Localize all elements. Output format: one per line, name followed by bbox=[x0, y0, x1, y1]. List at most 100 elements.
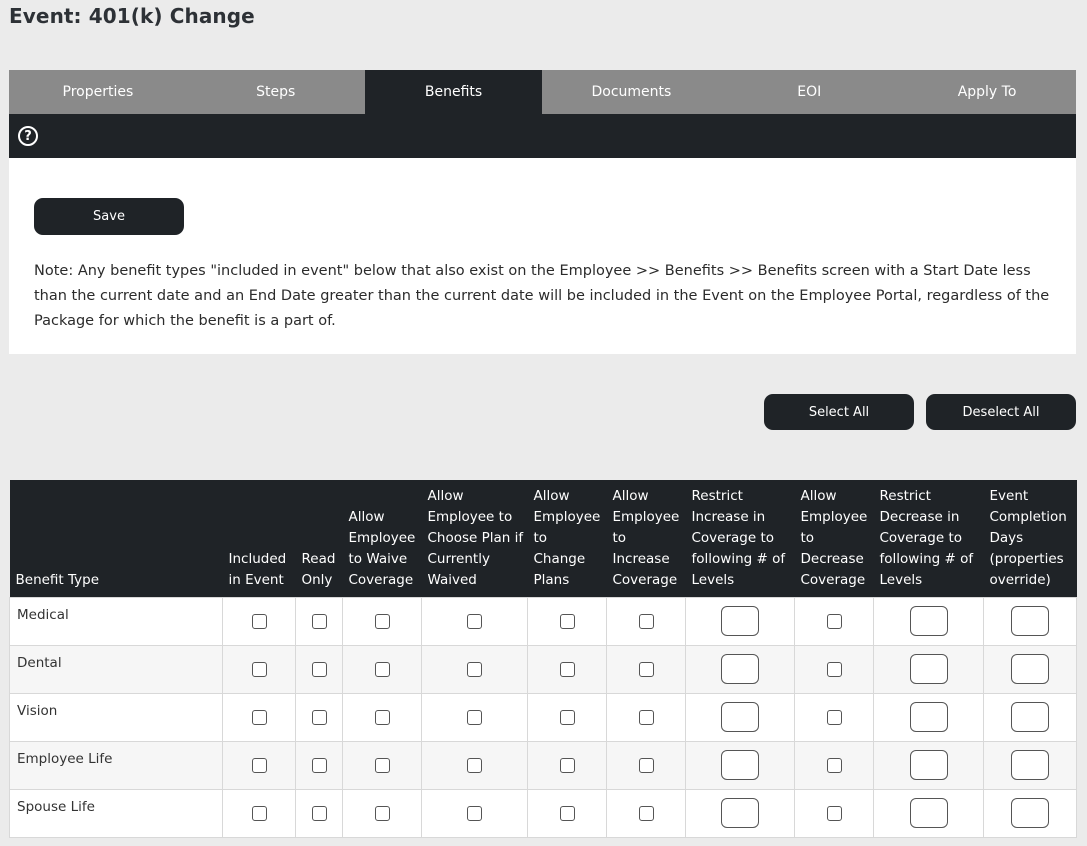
allow-choose-plan-checkbox[interactable] bbox=[467, 661, 482, 677]
restrict-increase-input[interactable] bbox=[721, 750, 759, 780]
restrict-decrease-input[interactable] bbox=[909, 750, 948, 780]
table-cell bbox=[527, 692, 607, 742]
tab-apply-to[interactable]: Apply To bbox=[898, 70, 1076, 114]
read-only-checkbox[interactable] bbox=[311, 661, 327, 677]
table-cell bbox=[685, 644, 795, 694]
completion-days-input[interactable] bbox=[1011, 750, 1049, 780]
allow-decrease-checkbox[interactable] bbox=[826, 661, 842, 677]
allow-decrease-checkbox[interactable] bbox=[826, 757, 842, 773]
included-checkbox[interactable] bbox=[251, 757, 267, 773]
table-cell bbox=[794, 596, 874, 646]
benefit-type-cell: Employee Life bbox=[9, 740, 223, 790]
restrict-increase-input[interactable] bbox=[721, 702, 759, 732]
allow-choose-plan-checkbox[interactable] bbox=[467, 709, 482, 725]
tab-properties[interactable]: Properties bbox=[9, 70, 187, 114]
allow-change-plans-checkbox[interactable] bbox=[559, 805, 575, 821]
table-cell bbox=[295, 740, 343, 790]
benefit-type-cell: Dental bbox=[9, 644, 223, 694]
allow-choose-plan-checkbox[interactable] bbox=[467, 613, 482, 629]
allow-change-plans-checkbox[interactable] bbox=[559, 661, 575, 677]
allow-waive-checkbox[interactable] bbox=[374, 805, 390, 821]
read-only-checkbox[interactable] bbox=[311, 757, 327, 773]
table-header-row: Benefit Type Included in Event Read Only… bbox=[9, 480, 1077, 597]
header-allow-change-plans: Allow Employee to Change Plans bbox=[527, 480, 607, 597]
table-cell bbox=[873, 740, 984, 790]
header-completion-days: Event Completion Days (properties overri… bbox=[983, 480, 1077, 597]
allow-decrease-checkbox[interactable] bbox=[826, 613, 842, 629]
read-only-checkbox[interactable] bbox=[311, 805, 327, 821]
included-checkbox[interactable] bbox=[251, 709, 267, 725]
header-allow-increase: Allow Employee to Increase Coverage bbox=[606, 480, 686, 597]
table-cell bbox=[606, 596, 686, 646]
read-only-checkbox[interactable] bbox=[311, 709, 327, 725]
allow-increase-checkbox[interactable] bbox=[638, 661, 654, 677]
restrict-increase-input[interactable] bbox=[721, 606, 759, 636]
table-cell bbox=[873, 596, 984, 646]
included-checkbox[interactable] bbox=[251, 613, 267, 629]
allow-change-plans-checkbox[interactable] bbox=[559, 613, 575, 629]
completion-days-input[interactable] bbox=[1011, 654, 1049, 684]
table-cell bbox=[606, 644, 686, 694]
table-cell bbox=[685, 692, 795, 742]
table-row: Medical bbox=[9, 596, 1077, 646]
allow-choose-plan-checkbox[interactable] bbox=[467, 757, 482, 773]
allow-waive-checkbox[interactable] bbox=[374, 709, 390, 725]
read-only-checkbox[interactable] bbox=[311, 613, 327, 629]
benefit-type-cell: Medical bbox=[9, 596, 223, 646]
restrict-increase-input[interactable] bbox=[721, 798, 759, 828]
table-cell bbox=[983, 596, 1077, 646]
restrict-increase-input[interactable] bbox=[721, 654, 759, 684]
completion-days-input[interactable] bbox=[1011, 798, 1049, 828]
table-cell bbox=[295, 788, 343, 838]
allow-waive-checkbox[interactable] bbox=[374, 757, 390, 773]
table-row: Vision bbox=[9, 692, 1077, 742]
included-checkbox[interactable] bbox=[251, 805, 267, 821]
allow-change-plans-checkbox[interactable] bbox=[559, 709, 575, 725]
allow-increase-checkbox[interactable] bbox=[638, 757, 654, 773]
tab-bar: Properties Steps Benefits Documents EOI … bbox=[9, 70, 1076, 114]
table-cell bbox=[421, 788, 528, 838]
table-cell bbox=[794, 740, 874, 790]
table-cell bbox=[794, 788, 874, 838]
table-cell bbox=[527, 596, 607, 646]
table-cell bbox=[527, 740, 607, 790]
allow-decrease-checkbox[interactable] bbox=[826, 709, 842, 725]
allow-waive-checkbox[interactable] bbox=[374, 661, 390, 677]
tab-benefits[interactable]: Benefits bbox=[364, 70, 543, 114]
restrict-decrease-input[interactable] bbox=[909, 702, 948, 732]
completion-days-input[interactable] bbox=[1011, 702, 1049, 732]
note-text: Note: Any benefit types "included in eve… bbox=[34, 263, 1050, 329]
table-cell bbox=[685, 788, 795, 838]
tab-eoi[interactable]: EOI bbox=[720, 70, 898, 114]
completion-days-input[interactable] bbox=[1011, 606, 1049, 636]
table-cell bbox=[222, 788, 296, 838]
question-circle-icon[interactable]: ? bbox=[18, 126, 38, 146]
restrict-decrease-input[interactable] bbox=[909, 798, 948, 828]
allow-increase-checkbox[interactable] bbox=[638, 613, 654, 629]
allow-choose-plan-checkbox[interactable] bbox=[467, 805, 482, 821]
header-restrict-increase: Restrict Increase in Coverage to followi… bbox=[685, 480, 795, 597]
benefit-type-cell: Vision bbox=[9, 692, 223, 742]
table-row: Employee Life bbox=[9, 740, 1077, 790]
benefits-table: Benefit Type Included in Event Read Only… bbox=[9, 480, 1077, 838]
allow-increase-checkbox[interactable] bbox=[638, 805, 654, 821]
table-cell bbox=[222, 740, 296, 790]
restrict-decrease-input[interactable] bbox=[909, 606, 948, 636]
select-all-button[interactable]: Select All bbox=[764, 394, 914, 430]
restrict-decrease-input[interactable] bbox=[909, 654, 948, 684]
allow-decrease-checkbox[interactable] bbox=[826, 805, 842, 821]
table-cell bbox=[685, 596, 795, 646]
included-checkbox[interactable] bbox=[251, 661, 267, 677]
allow-change-plans-checkbox[interactable] bbox=[559, 757, 575, 773]
allow-increase-checkbox[interactable] bbox=[638, 709, 654, 725]
tab-documents[interactable]: Documents bbox=[542, 70, 720, 114]
table-cell bbox=[295, 644, 343, 694]
allow-waive-checkbox[interactable] bbox=[374, 613, 390, 629]
table-cell bbox=[983, 740, 1077, 790]
table-cell bbox=[794, 692, 874, 742]
table-cell bbox=[295, 692, 343, 742]
page-title: Event: 401(k) Change bbox=[9, 4, 255, 28]
tab-steps[interactable]: Steps bbox=[187, 70, 365, 114]
save-button[interactable]: Save bbox=[34, 198, 184, 235]
deselect-all-button[interactable]: Deselect All bbox=[926, 394, 1076, 430]
